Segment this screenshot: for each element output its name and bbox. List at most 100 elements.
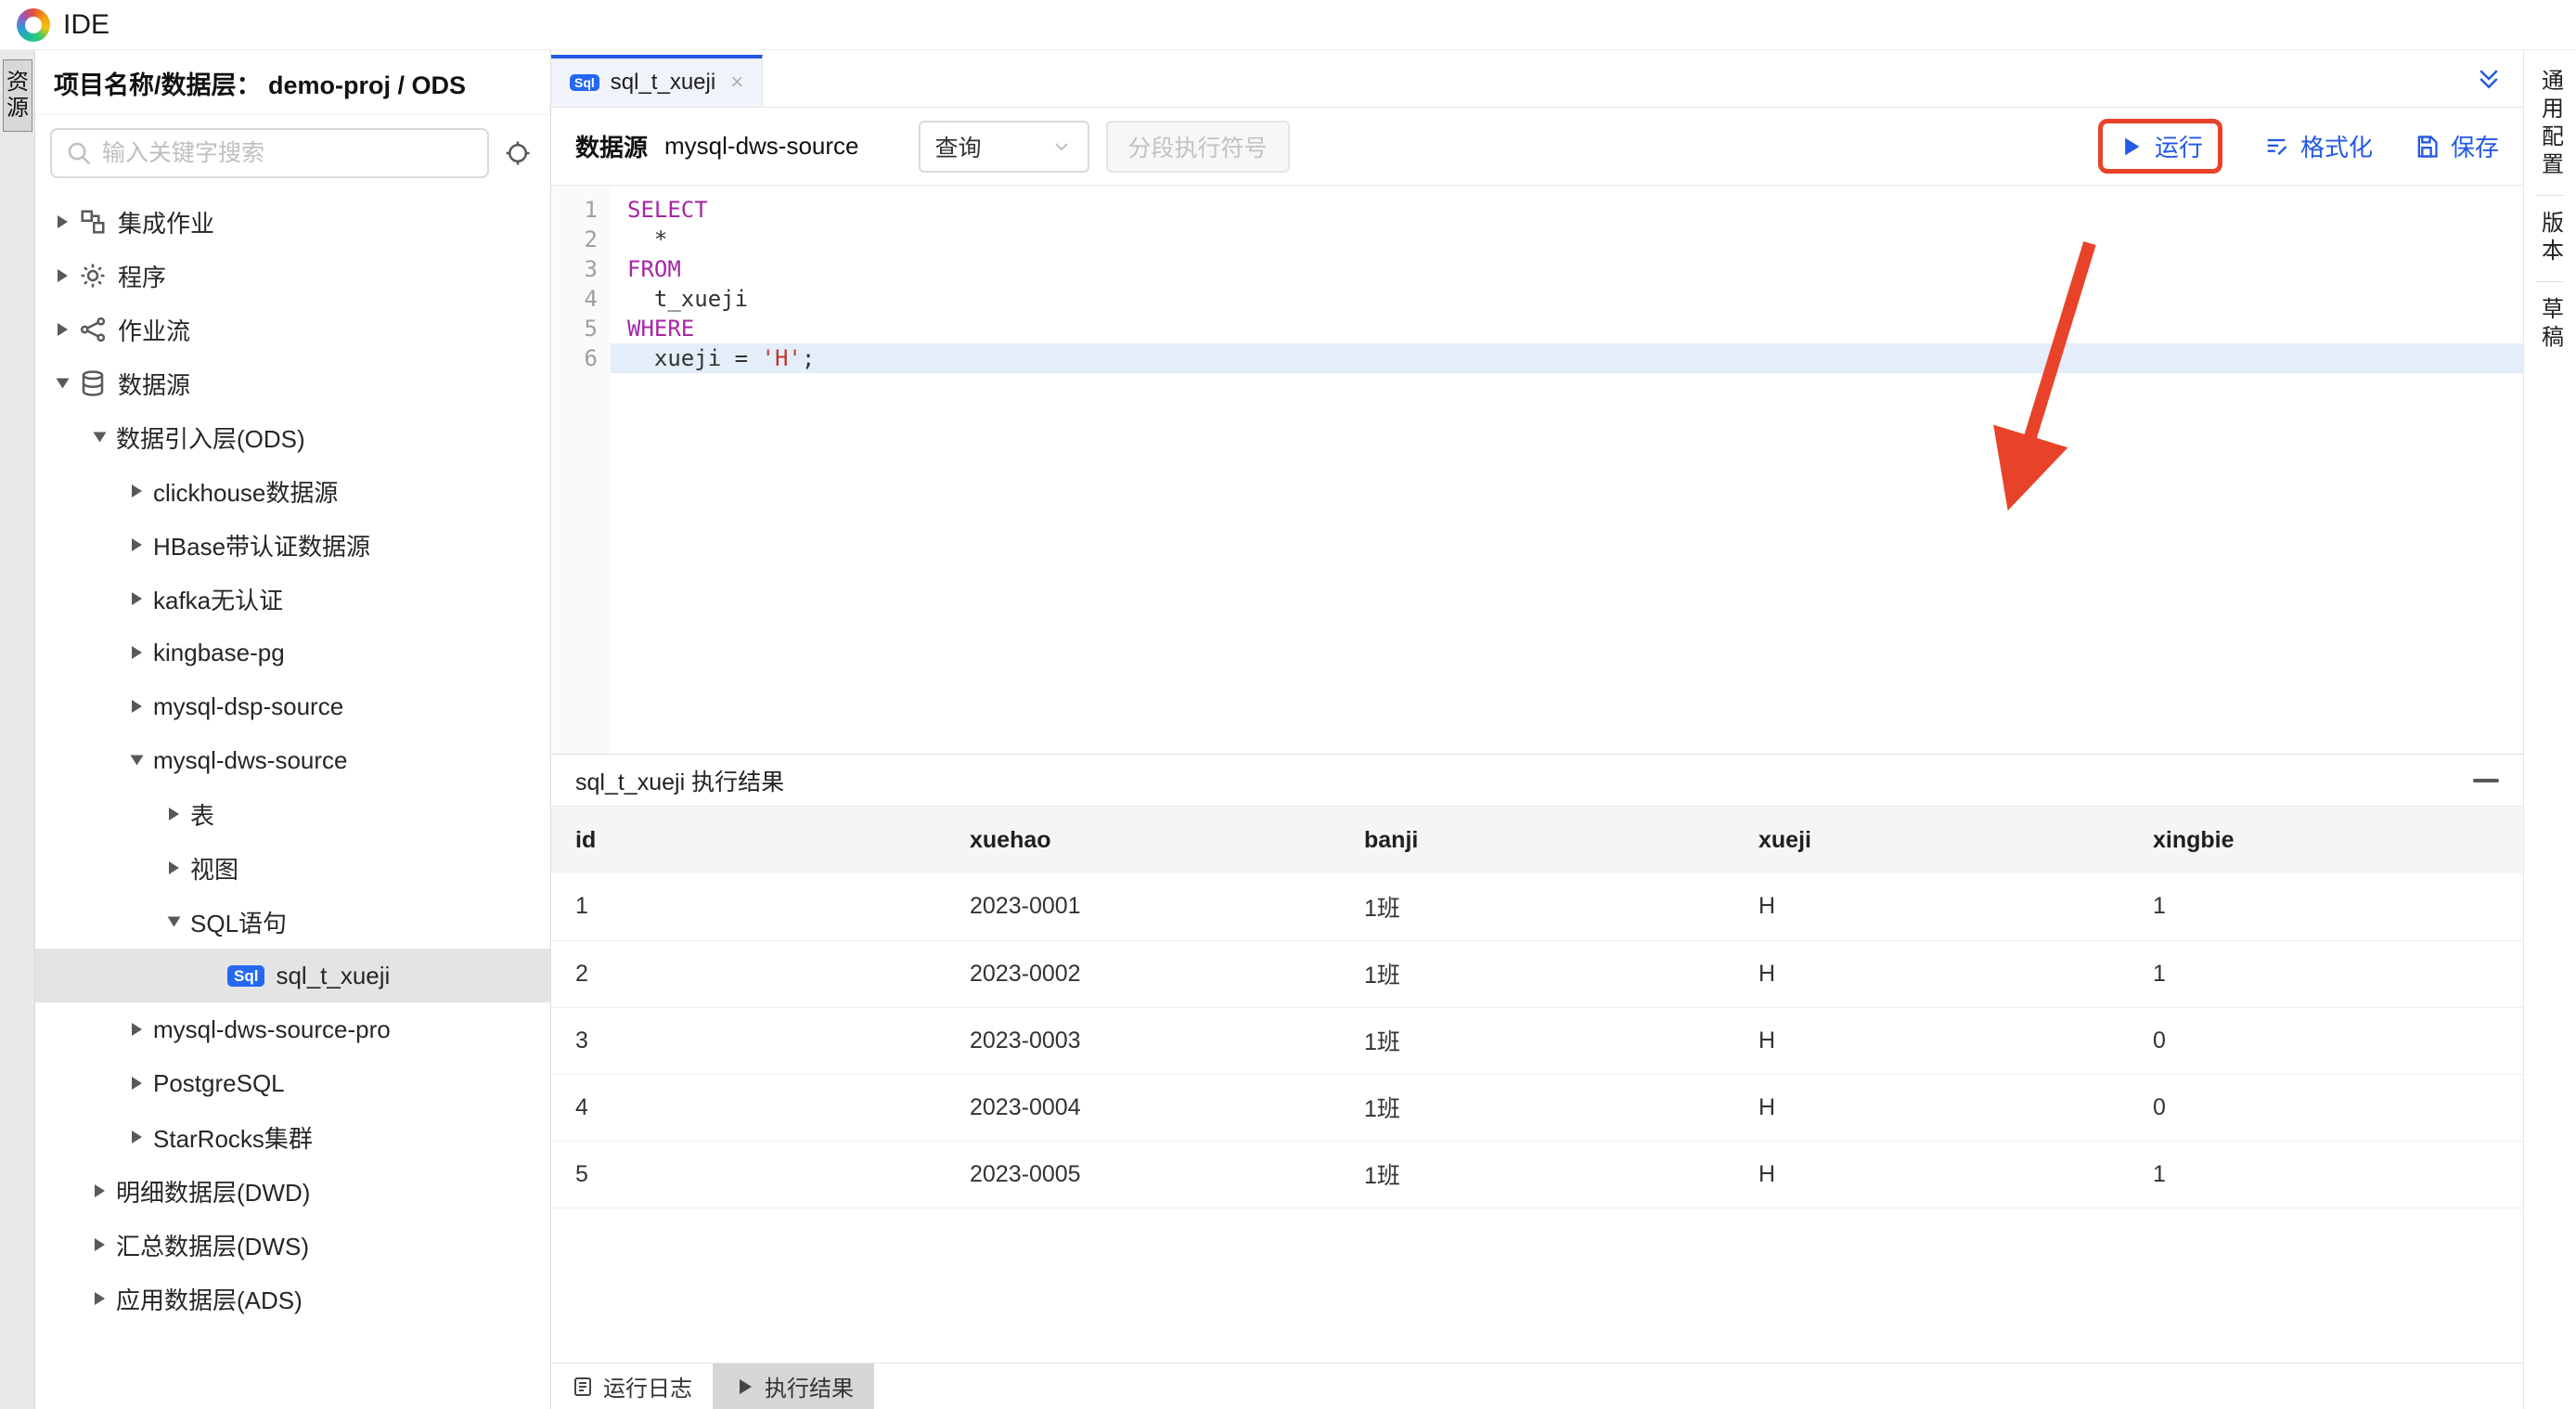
code-line-2: *: [611, 225, 2523, 254]
right-rail-item-版本[interactable]: 版本: [2534, 200, 2567, 278]
query-type-select[interactable]: 查询: [919, 121, 1089, 173]
format-button[interactable]: 格式化: [2263, 129, 2373, 163]
tree-item-作业流[interactable]: 作业流: [35, 303, 550, 356]
tree-caret-icon[interactable]: [132, 592, 142, 605]
table-cell: 2023-0005: [946, 1141, 1340, 1208]
chevron-down-icon: [1050, 136, 1073, 158]
tree-item-程序[interactable]: 程序: [35, 249, 550, 303]
tree-item-kingbase-pg[interactable]: kingbase-pg: [35, 626, 550, 679]
table-cell: 5: [551, 1141, 946, 1208]
line-number: 3: [551, 254, 598, 284]
bottom-tab-label: 执行结果: [765, 1370, 854, 1403]
datasource-value: mysql-dws-source: [664, 132, 859, 161]
table-cell: H: [1734, 1074, 2129, 1141]
collapse-minus-icon[interactable]: [2473, 779, 2499, 782]
tree-item-集成作业[interactable]: 集成作业: [35, 195, 550, 249]
search-input[interactable]: [102, 140, 474, 167]
locate-icon[interactable]: [500, 136, 535, 171]
annotation-box-run: 运行: [2098, 119, 2222, 174]
segment-symbol-button[interactable]: 分段执行符号: [1106, 121, 1290, 173]
tree-caret-icon[interactable]: [58, 323, 68, 336]
bottom-tab-执行结果[interactable]: 执行结果: [713, 1364, 874, 1409]
tree-item-HBase带认证数据源[interactable]: HBase带认证数据源: [35, 518, 550, 572]
tree-item-label: SQL语句: [190, 905, 287, 939]
table-cell: 2023-0001: [946, 873, 1340, 940]
results-panel: sql_t_xueji 执行结果 idxuehaobanjixuejixingb…: [551, 754, 2523, 1363]
run-button[interactable]: 运行: [2118, 129, 2203, 163]
tree-item-mysql-dsp-source[interactable]: mysql-dsp-source: [35, 679, 550, 733]
table-cell: 2023-0003: [946, 1007, 1340, 1074]
code-token: WHERE: [627, 316, 694, 342]
tree-item-数据引入层(ODS)[interactable]: 数据引入层(ODS): [35, 410, 550, 464]
editor-tab-title: sql_t_xueji: [611, 70, 715, 96]
editor-tab-active[interactable]: Sql sql_t_xueji ×: [551, 55, 763, 107]
tree-item-应用数据层(ADS)[interactable]: 应用数据层(ADS): [35, 1272, 550, 1325]
code-token: FROM: [627, 256, 681, 282]
table-cell: 1: [2129, 1141, 2523, 1208]
code-token: SELECT: [627, 197, 708, 223]
tree-caret-icon[interactable]: [132, 538, 142, 551]
tree-caret-icon[interactable]: [169, 861, 179, 874]
table-row: 22023-00021班H1: [551, 940, 2523, 1007]
tab-close-icon[interactable]: ×: [730, 70, 743, 96]
code-line-1: SELECT: [611, 195, 2523, 225]
sidebar: 项目名称/数据层： demo-proj / ODS 集成作业程序作业流数据源数据…: [35, 50, 551, 1409]
tree-caret-icon[interactable]: [95, 1184, 105, 1197]
code-token: 'H': [762, 345, 802, 371]
right-rail-item-通用配置[interactable]: 通用配置: [2534, 58, 2567, 191]
tree-item-汇总数据层(DWS)[interactable]: 汇总数据层(DWS): [35, 1218, 550, 1272]
tree-caret-icon[interactable]: [94, 433, 107, 443]
left-rail: 资源: [0, 50, 35, 1409]
tree-caret-icon[interactable]: [132, 485, 142, 498]
play-icon: [733, 1376, 755, 1398]
table-row: 32023-00031班H0: [551, 1007, 2523, 1074]
tree-caret-icon[interactable]: [95, 1292, 105, 1305]
tree-caret-icon[interactable]: [132, 646, 142, 659]
table-cell: 1: [551, 873, 946, 940]
tree-caret-icon[interactable]: [58, 215, 68, 228]
tree-caret-icon[interactable]: [58, 269, 68, 282]
tree-item-label: kingbase-pg: [153, 639, 285, 667]
tree-caret-icon[interactable]: [132, 1077, 142, 1090]
sql-code-editor[interactable]: 123456 SELECT *FROM t_xuejiWHERE xueji =…: [551, 186, 2523, 754]
tree-caret-icon[interactable]: [132, 700, 142, 713]
tree-item-表[interactable]: 表: [35, 787, 550, 841]
tree-caret-icon[interactable]: [169, 808, 179, 821]
play-icon: [2118, 134, 2144, 160]
tree-item-clickhouse数据源[interactable]: clickhouse数据源: [35, 464, 550, 518]
table-cell: 1班: [1340, 1141, 1734, 1208]
search-box[interactable]: [50, 128, 489, 178]
tree-item-mysql-dws-source-pro[interactable]: mysql-dws-source-pro: [35, 1002, 550, 1056]
tree-caret-icon[interactable]: [131, 756, 144, 766]
table-row: 42023-00041班H0: [551, 1074, 2523, 1141]
bottom-tab-运行日志[interactable]: 运行日志: [551, 1364, 713, 1409]
tree-caret-icon[interactable]: [57, 379, 70, 389]
table-cell: 3: [551, 1007, 946, 1074]
tree-caret-icon[interactable]: [168, 917, 181, 927]
tree-item-label: 数据引入层(ODS): [116, 420, 305, 455]
bottom-tab-label: 运行日志: [603, 1370, 692, 1403]
tree-caret-icon[interactable]: [95, 1238, 105, 1251]
table-cell: 4: [551, 1074, 946, 1141]
tree-item-明细数据层(DWD)[interactable]: 明细数据层(DWD): [35, 1164, 550, 1218]
tree-item-PostgreSQL[interactable]: PostgreSQL: [35, 1056, 550, 1110]
table-cell: 1班: [1340, 873, 1734, 940]
datasource-icon: [79, 369, 107, 397]
left-rail-tab-resources[interactable]: 资源: [3, 59, 32, 132]
tree-caret-icon[interactable]: [132, 1131, 142, 1144]
line-number: 1: [551, 195, 598, 225]
right-rail-item-草稿[interactable]: 草稿: [2534, 286, 2567, 364]
tree-item-StarRocks集群[interactable]: StarRocks集群: [35, 1110, 550, 1164]
tree-item-视图[interactable]: 视图: [35, 841, 550, 895]
app-logo-icon: [17, 8, 50, 42]
save-button[interactable]: 保存: [2414, 129, 2499, 163]
tree-item-数据源[interactable]: 数据源: [35, 356, 550, 410]
run-button-label: 运行: [2155, 129, 2203, 163]
tree-item-kafka无认证[interactable]: kafka无认证: [35, 572, 550, 626]
tree-item-SQL语句[interactable]: SQL语句: [35, 895, 550, 949]
tree-item-sql_t_xueji[interactable]: Sqlsql_t_xueji: [35, 949, 550, 1002]
table-row: 12023-00011班H1: [551, 873, 2523, 940]
tree-item-mysql-dws-source[interactable]: mysql-dws-source: [35, 733, 550, 787]
tree-caret-icon[interactable]: [132, 1023, 142, 1036]
chevron-double-down-icon[interactable]: [2475, 65, 2523, 107]
